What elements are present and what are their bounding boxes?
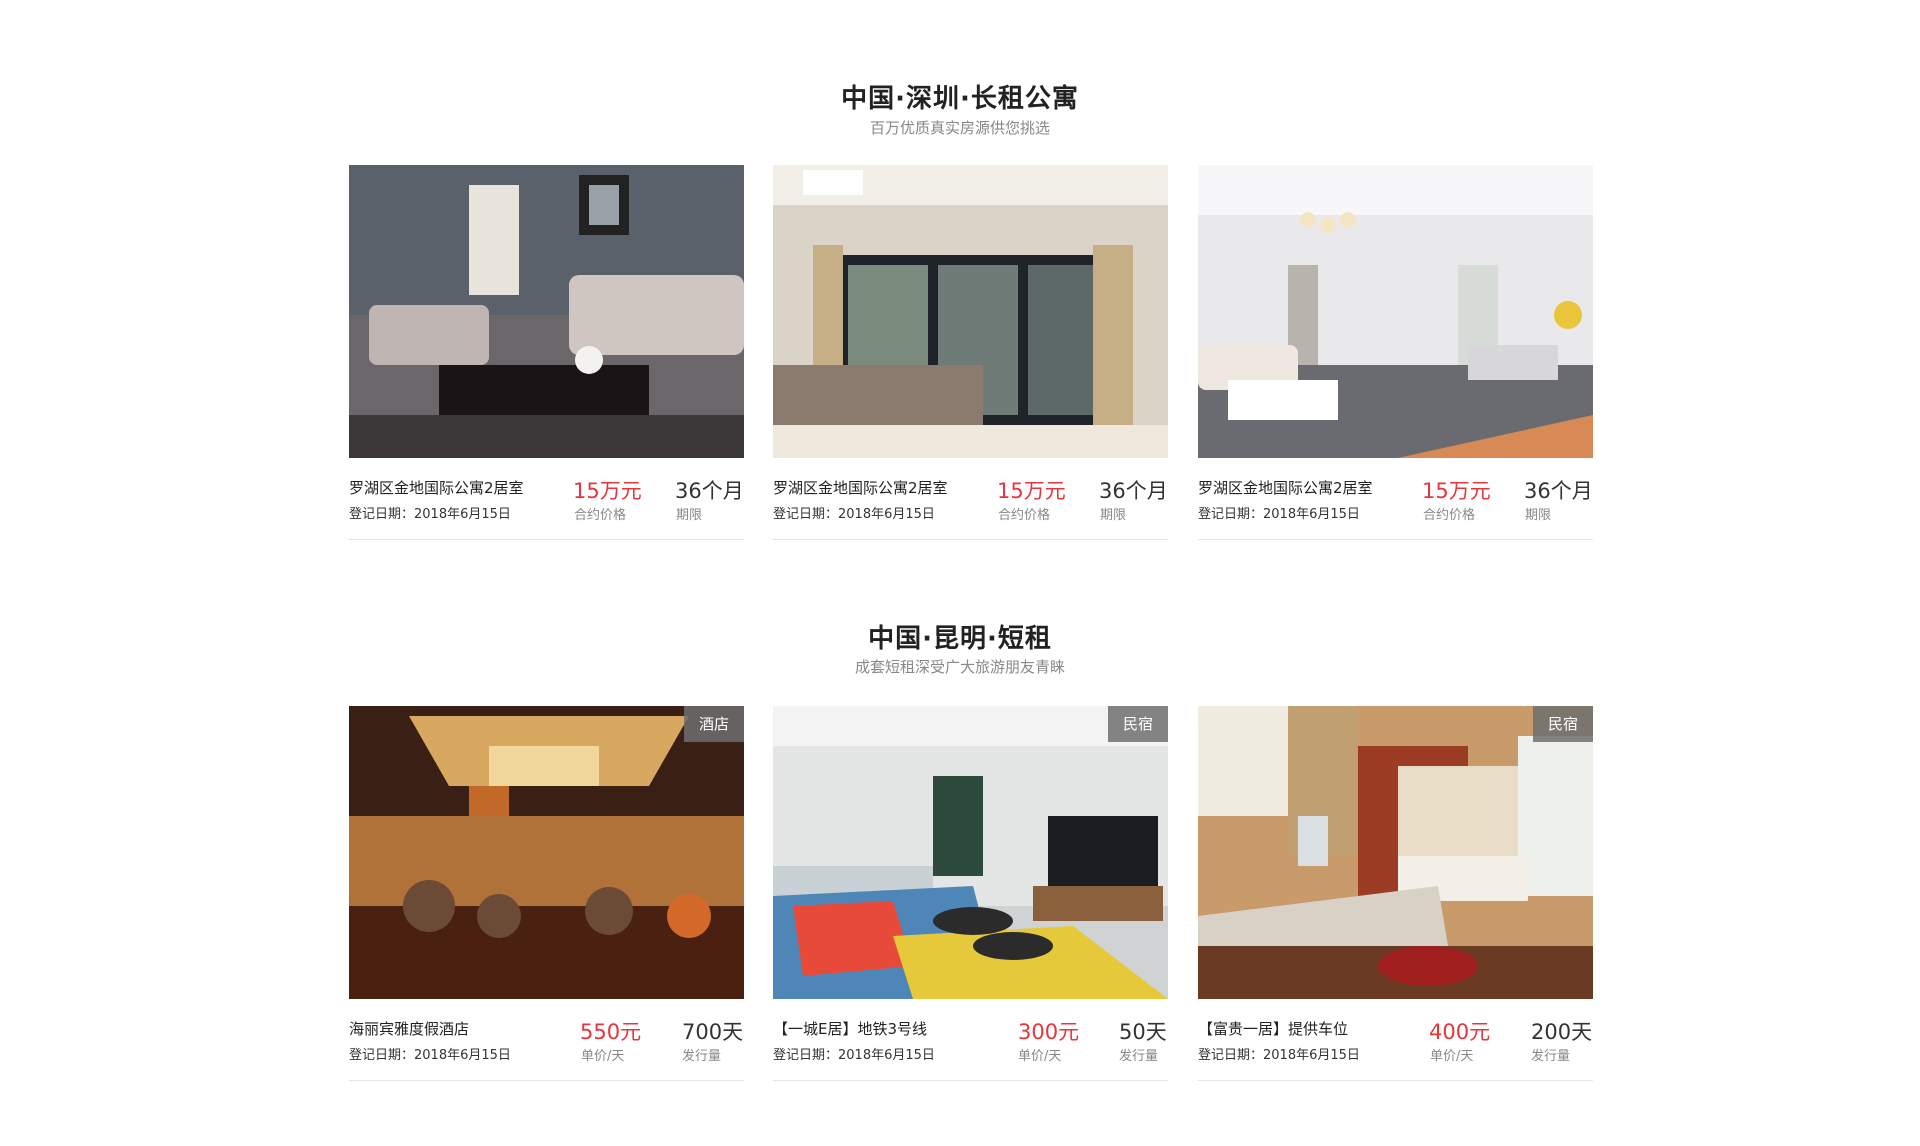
listing-term: 36个月 [675,479,744,503]
listing-date: 登记日期：2018年6月15日 [773,1044,935,1063]
listing-name[interactable]: 海丽宾雅度假酒店 [349,1018,469,1039]
date-label: 登记日期： [349,507,415,522]
listing-date: 登记日期：2018年6月15日 [773,503,935,522]
term-label: 发行量 [1531,1049,1571,1064]
date-value: 2018年6月15日 [414,507,511,522]
section-title: 中国·昆明·短租 [868,624,1052,654]
date-label: 登记日期： [349,1048,415,1063]
listing-card[interactable]: 酒店 海丽宾雅度假酒店 登记日期：2018年6月15日 550元 单价/天 70… [349,706,744,1081]
category-tag: 民宿 [1533,706,1593,742]
listing-card[interactable]: 民宿 【一城E居】地铁3号线 登记日期：2018年6月15日 300元 单价/天… [773,706,1168,1081]
listing-date: 登记日期：2018年6月15日 [349,1044,511,1063]
price-label: 合约价格 [998,508,1051,523]
listing-term: 36个月 [1099,479,1168,503]
listing-photo-living-room[interactable] [349,165,744,458]
term-label: 期限 [1525,508,1552,523]
listing-price: 15万元 [573,479,642,503]
listing-photo-open-apartment[interactable] [1198,165,1593,458]
listing-name[interactable]: 【一城E居】地铁3号线 [773,1018,927,1039]
date-value: 2018年6月15日 [1263,507,1360,522]
listing-photo-balcony-room[interactable] [773,165,1168,458]
category-tag: 民宿 [1108,706,1168,742]
listing-name[interactable]: 【富贵一居】提供车位 [1198,1018,1348,1039]
term-label: 发行量 [1119,1049,1159,1064]
listing-term: 50天 [1119,1020,1167,1044]
listing-date: 登记日期：2018年6月15日 [1198,1044,1360,1063]
listing-photo-hotel-lobby[interactable]: 酒店 [349,706,744,999]
listing-price: 15万元 [997,479,1066,503]
date-label: 登记日期： [1198,507,1264,522]
listing-photo-colorful-living[interactable]: 民宿 [773,706,1168,999]
listing-date: 登记日期：2018年6月15日 [349,503,511,522]
date-label: 登记日期： [773,1048,839,1063]
category-tag: 酒店 [684,706,744,742]
price-label: 单价/天 [1430,1049,1474,1064]
date-label: 登记日期： [1198,1048,1264,1063]
listing-card[interactable]: 罗湖区金地国际公寓2居室 登记日期：2018年6月15日 15万元 合约价格 3… [1198,165,1593,540]
price-label: 合约价格 [1423,508,1476,523]
listing-price: 550元 [580,1020,642,1044]
price-label: 单价/天 [1018,1049,1062,1064]
term-label: 期限 [676,508,703,523]
listing-card[interactable]: 民宿 【富贵一居】提供车位 登记日期：2018年6月15日 400元 单价/天 … [1198,706,1593,1081]
listing-date: 登记日期：2018年6月15日 [1198,503,1360,522]
date-value: 2018年6月15日 [1263,1048,1360,1063]
listing-price: 15万元 [1422,479,1491,503]
date-value: 2018年6月15日 [414,1048,511,1063]
listing-price: 300元 [1018,1020,1080,1044]
section-title: 中国·深圳·长租公寓 [841,84,1079,114]
date-value: 2018年6月15日 [838,1048,935,1063]
term-label: 发行量 [682,1049,722,1064]
section-subtitle: 成套短租深受广大旅游朋友青睐 [854,658,1065,676]
listing-name[interactable]: 罗湖区金地国际公寓2居室 [349,477,524,498]
listing-name[interactable]: 罗湖区金地国际公寓2居室 [773,477,948,498]
listing-price: 400元 [1429,1020,1491,1044]
listing-card[interactable]: 罗湖区金地国际公寓2居室 登记日期：2018年6月15日 15万元 合约价格 3… [773,165,1168,540]
listing-term: 700天 [682,1020,744,1044]
listing-photo-studio-bedroom[interactable]: 民宿 [1198,706,1593,999]
listing-term: 200天 [1531,1020,1593,1044]
listing-name[interactable]: 罗湖区金地国际公寓2居室 [1198,477,1373,498]
listing-term: 36个月 [1524,479,1593,503]
price-label: 合约价格 [574,508,627,523]
section-subtitle: 百万优质真实房源供您挑选 [869,119,1050,137]
listing-card[interactable]: 罗湖区金地国际公寓2居室 登记日期：2018年6月15日 15万元 合约价格 3… [349,165,744,540]
date-value: 2018年6月15日 [838,507,935,522]
price-label: 单价/天 [581,1049,625,1064]
date-label: 登记日期： [773,507,839,522]
term-label: 期限 [1100,508,1127,523]
